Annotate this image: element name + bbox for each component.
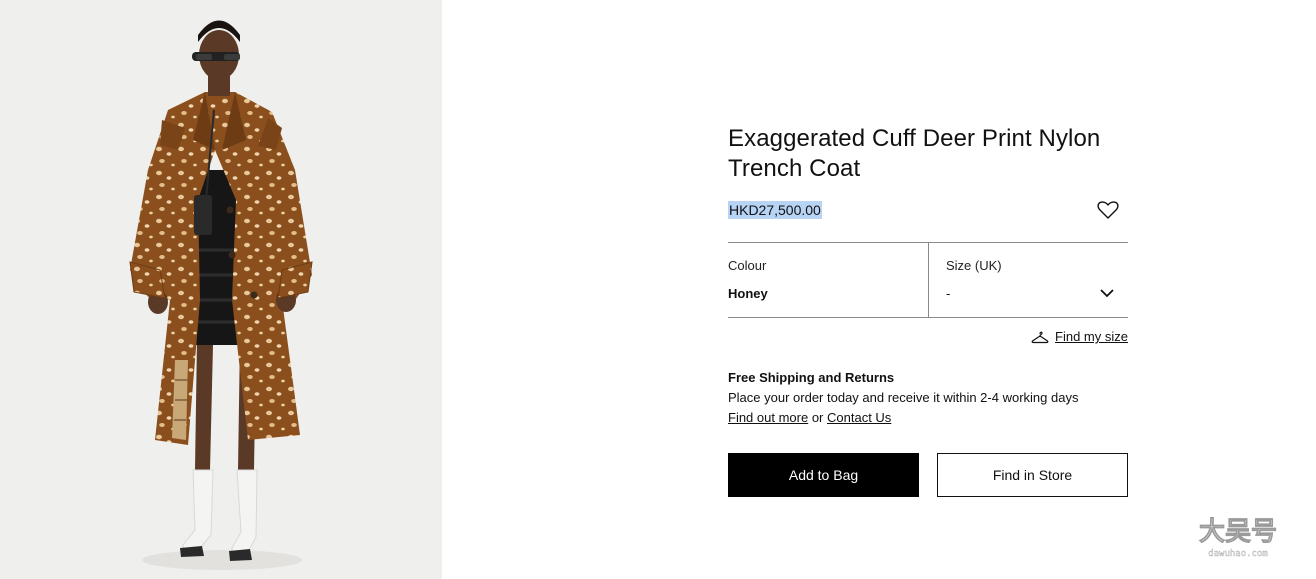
find-in-store-button[interactable]: Find in Store (937, 453, 1128, 497)
heart-icon (1097, 201, 1119, 219)
hanger-icon (1031, 331, 1049, 344)
size-label: Size (UK) (946, 258, 1002, 273)
product-image[interactable] (0, 0, 442, 579)
find-my-size-link[interactable]: Find my size (1031, 328, 1128, 346)
product-title: Exaggerated Cuff Deer Print Nylon Trench… (728, 124, 1128, 184)
product-details: Exaggerated Cuff Deer Print Nylon Trench… (728, 0, 1128, 579)
product-title-line1: Exaggerated Cuff Deer Print Nylon (728, 125, 1101, 152)
watermark-logo: 大吴号 dawuhao.com (1180, 512, 1296, 562)
find-my-size-label: Find my size (1055, 329, 1128, 344)
colour-selector[interactable]: Colour Honey (728, 243, 928, 317)
or-text: or (808, 410, 827, 425)
colour-value: Honey (728, 286, 768, 301)
colour-label: Colour (728, 258, 767, 273)
add-to-bag-button[interactable]: Add to Bag (728, 453, 919, 497)
model-illustration (0, 0, 442, 579)
size-dropdown[interactable]: Size (UK) - (929, 243, 1128, 317)
product-selectors: Colour Honey Size (UK) - (728, 242, 1128, 318)
contact-us-link[interactable]: Contact Us (827, 410, 891, 425)
svg-text:大吴号: 大吴号 (1199, 517, 1277, 547)
watermark-graphic: 大吴号 dawuhao.com (1199, 517, 1278, 560)
shipping-text: Place your order today and receive it wi… (728, 390, 1079, 405)
chevron-down-icon (1100, 289, 1114, 298)
wishlist-button[interactable] (1097, 200, 1119, 220)
find-out-more-link[interactable]: Find out more (728, 410, 808, 425)
size-value: - (946, 286, 951, 301)
shipping-links: Find out more or Contact Us (728, 410, 891, 426)
product-title-line2: Trench Coat (728, 155, 861, 182)
svg-text:dawuhao.com: dawuhao.com (1208, 549, 1268, 559)
product-price: HKD27,500.00 (728, 201, 822, 219)
shipping-title: Free Shipping and Returns (728, 370, 895, 385)
